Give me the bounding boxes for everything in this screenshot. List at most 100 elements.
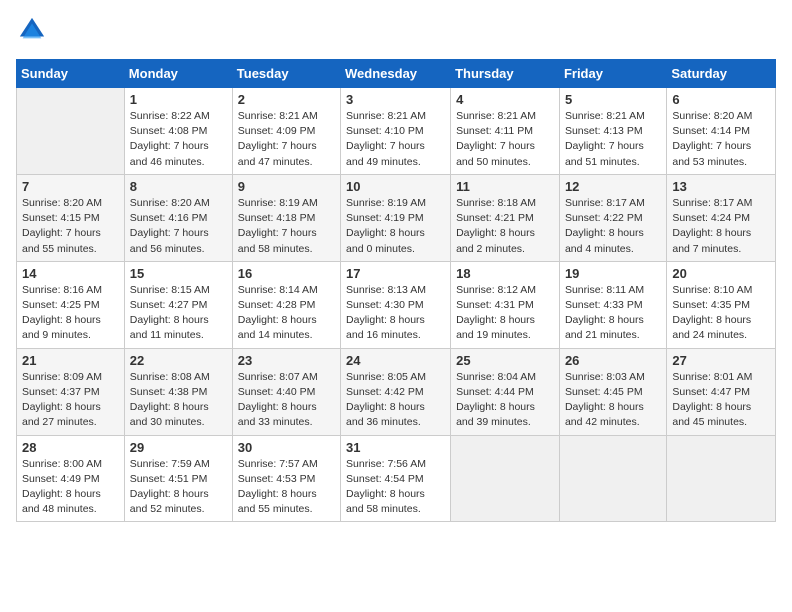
day-info: Sunrise: 8:21 AMSunset: 4:11 PMDaylight:… <box>456 109 554 170</box>
calendar-cell: 13 Sunrise: 8:17 AMSunset: 4:24 PMDayligh… <box>667 174 776 261</box>
calendar-table: SundayMondayTuesdayWednesdayThursdayFrid… <box>16 59 776 522</box>
weekday-header-monday: Monday <box>124 60 232 88</box>
calendar-cell: 5 Sunrise: 8:21 AMSunset: 4:13 PMDaylight… <box>559 88 666 175</box>
day-number: 9 <box>238 179 335 194</box>
day-number: 24 <box>346 353 445 368</box>
day-info: Sunrise: 8:21 AMSunset: 4:09 PMDaylight:… <box>238 109 335 170</box>
weekday-header-tuesday: Tuesday <box>232 60 340 88</box>
calendar-cell <box>559 435 666 522</box>
day-info: Sunrise: 8:22 AMSunset: 4:08 PMDaylight:… <box>130 109 227 170</box>
day-info: Sunrise: 8:12 AMSunset: 4:31 PMDaylight:… <box>456 283 554 344</box>
day-info: Sunrise: 8:21 AMSunset: 4:13 PMDaylight:… <box>565 109 661 170</box>
day-info: Sunrise: 8:17 AMSunset: 4:22 PMDaylight:… <box>565 196 661 257</box>
day-info: Sunrise: 8:03 AMSunset: 4:45 PMDaylight:… <box>565 370 661 431</box>
day-info: Sunrise: 8:00 AMSunset: 4:49 PMDaylight:… <box>22 457 119 518</box>
day-number: 5 <box>565 92 661 107</box>
calendar-cell: 19Sunrise: 8:11 AMSunset: 4:33 PMDayligh… <box>559 261 666 348</box>
calendar-cell <box>17 88 125 175</box>
day-info: Sunrise: 8:13 AMSunset: 4:30 PMDaylight:… <box>346 283 445 344</box>
calendar-cell: 12 Sunrise: 8:17 AMSunset: 4:22 PMDayligh… <box>559 174 666 261</box>
day-number: 17 <box>346 266 445 281</box>
day-number: 25 <box>456 353 554 368</box>
weekday-header-wednesday: Wednesday <box>341 60 451 88</box>
day-number: 2 <box>238 92 335 107</box>
day-number: 7 <box>22 179 119 194</box>
calendar-cell: 7 Sunrise: 8:20 AMSunset: 4:15 PMDaylight… <box>17 174 125 261</box>
calendar-cell: 29 Sunrise: 7:59 AMSunset: 4:51 PMDayligh… <box>124 435 232 522</box>
day-info: Sunrise: 8:18 AMSunset: 4:21 PMDaylight:… <box>456 196 554 257</box>
calendar-cell: 28 Sunrise: 8:00 AMSunset: 4:49 PMDayligh… <box>17 435 125 522</box>
weekday-header-thursday: Thursday <box>451 60 560 88</box>
day-number: 28 <box>22 440 119 455</box>
day-number: 18 <box>456 266 554 281</box>
day-info: Sunrise: 8:20 AMSunset: 4:15 PMDaylight:… <box>22 196 119 257</box>
calendar-cell <box>667 435 776 522</box>
day-number: 11 <box>456 179 554 194</box>
day-info: Sunrise: 8:11 AMSunset: 4:33 PMDaylight:… <box>565 283 661 344</box>
calendar-cell <box>451 435 560 522</box>
day-info: Sunrise: 8:20 AMSunset: 4:16 PMDaylight:… <box>130 196 227 257</box>
calendar-cell: 27 Sunrise: 8:01 AMSunset: 4:47 PMDayligh… <box>667 348 776 435</box>
day-info: Sunrise: 8:20 AMSunset: 4:14 PMDaylight:… <box>672 109 770 170</box>
calendar-cell: 2 Sunrise: 8:21 AMSunset: 4:09 PMDaylight… <box>232 88 340 175</box>
calendar-cell: 11 Sunrise: 8:18 AMSunset: 4:21 PMDayligh… <box>451 174 560 261</box>
calendar-cell: 1 Sunrise: 8:22 AMSunset: 4:08 PMDaylight… <box>124 88 232 175</box>
calendar-cell: 20 Sunrise: 8:10 AMSunset: 4:35 PMDayligh… <box>667 261 776 348</box>
calendar-cell: 30 Sunrise: 7:57 AMSunset: 4:53 PMDayligh… <box>232 435 340 522</box>
day-info: Sunrise: 8:19 AMSunset: 4:18 PMDaylight:… <box>238 196 335 257</box>
day-info: Sunrise: 8:14 AMSunset: 4:28 PMDaylight:… <box>238 283 335 344</box>
day-info: Sunrise: 8:19 AMSunset: 4:19 PMDaylight:… <box>346 196 445 257</box>
day-info: Sunrise: 8:07 AMSunset: 4:40 PMDaylight:… <box>238 370 335 431</box>
day-info: Sunrise: 7:57 AMSunset: 4:53 PMDaylight:… <box>238 457 335 518</box>
day-number: 27 <box>672 353 770 368</box>
calendar-cell: 4 Sunrise: 8:21 AMSunset: 4:11 PMDaylight… <box>451 88 560 175</box>
calendar-cell: 6 Sunrise: 8:20 AMSunset: 4:14 PMDaylight… <box>667 88 776 175</box>
day-number: 1 <box>130 92 227 107</box>
day-info: Sunrise: 8:17 AMSunset: 4:24 PMDaylight:… <box>672 196 770 257</box>
calendar-cell: 9 Sunrise: 8:19 AMSunset: 4:18 PMDaylight… <box>232 174 340 261</box>
day-number: 22 <box>130 353 227 368</box>
calendar-cell: 14 Sunrise: 8:16 AMSunset: 4:25 PMDayligh… <box>17 261 125 348</box>
calendar-cell: 22 Sunrise: 8:08 AMSunset: 4:38 PMDayligh… <box>124 348 232 435</box>
day-number: 15 <box>130 266 227 281</box>
day-info: Sunrise: 8:15 AMSunset: 4:27 PMDaylight:… <box>130 283 227 344</box>
day-info: Sunrise: 8:08 AMSunset: 4:38 PMDaylight:… <box>130 370 227 431</box>
day-info: Sunrise: 8:09 AMSunset: 4:37 PMDaylight:… <box>22 370 119 431</box>
calendar-cell: 26 Sunrise: 8:03 AMSunset: 4:45 PMDayligh… <box>559 348 666 435</box>
day-number: 29 <box>130 440 227 455</box>
calendar-cell: 16 Sunrise: 8:14 AMSunset: 4:28 PMDayligh… <box>232 261 340 348</box>
day-number: 12 <box>565 179 661 194</box>
day-number: 4 <box>456 92 554 107</box>
day-info: Sunrise: 8:21 AMSunset: 4:10 PMDaylight:… <box>346 109 445 170</box>
day-number: 16 <box>238 266 335 281</box>
day-number: 10 <box>346 179 445 194</box>
calendar-cell: 8 Sunrise: 8:20 AMSunset: 4:16 PMDaylight… <box>124 174 232 261</box>
day-info: Sunrise: 8:10 AMSunset: 4:35 PMDaylight:… <box>672 283 770 344</box>
day-number: 31 <box>346 440 445 455</box>
calendar-cell: 23 Sunrise: 8:07 AMSunset: 4:40 PMDayligh… <box>232 348 340 435</box>
calendar-cell: 21 Sunrise: 8:09 AMSunset: 4:37 PMDayligh… <box>17 348 125 435</box>
day-number: 13 <box>672 179 770 194</box>
day-number: 21 <box>22 353 119 368</box>
calendar-cell: 31Sunrise: 7:56 AMSunset: 4:54 PMDayligh… <box>341 435 451 522</box>
day-info: Sunrise: 8:16 AMSunset: 4:25 PMDaylight:… <box>22 283 119 344</box>
day-number: 30 <box>238 440 335 455</box>
calendar-cell: 3 Sunrise: 8:21 AMSunset: 4:10 PMDaylight… <box>341 88 451 175</box>
calendar-cell: 17 Sunrise: 8:13 AMSunset: 4:30 PMDayligh… <box>341 261 451 348</box>
day-number: 3 <box>346 92 445 107</box>
day-number: 23 <box>238 353 335 368</box>
day-info: Sunrise: 8:04 AMSunset: 4:44 PMDaylight:… <box>456 370 554 431</box>
weekday-header-saturday: Saturday <box>667 60 776 88</box>
day-number: 6 <box>672 92 770 107</box>
calendar-cell: 15 Sunrise: 8:15 AMSunset: 4:27 PMDayligh… <box>124 261 232 348</box>
logo-icon <box>18 16 46 44</box>
calendar-cell: 24Sunrise: 8:05 AMSunset: 4:42 PMDayligh… <box>341 348 451 435</box>
weekday-header-sunday: Sunday <box>17 60 125 88</box>
day-info: Sunrise: 8:01 AMSunset: 4:47 PMDaylight:… <box>672 370 770 431</box>
calendar-cell: 25 Sunrise: 8:04 AMSunset: 4:44 PMDayligh… <box>451 348 560 435</box>
day-number: 14 <box>22 266 119 281</box>
day-number: 26 <box>565 353 661 368</box>
day-info: Sunrise: 7:59 AMSunset: 4:51 PMDaylight:… <box>130 457 227 518</box>
day-number: 20 <box>672 266 770 281</box>
day-number: 8 <box>130 179 227 194</box>
